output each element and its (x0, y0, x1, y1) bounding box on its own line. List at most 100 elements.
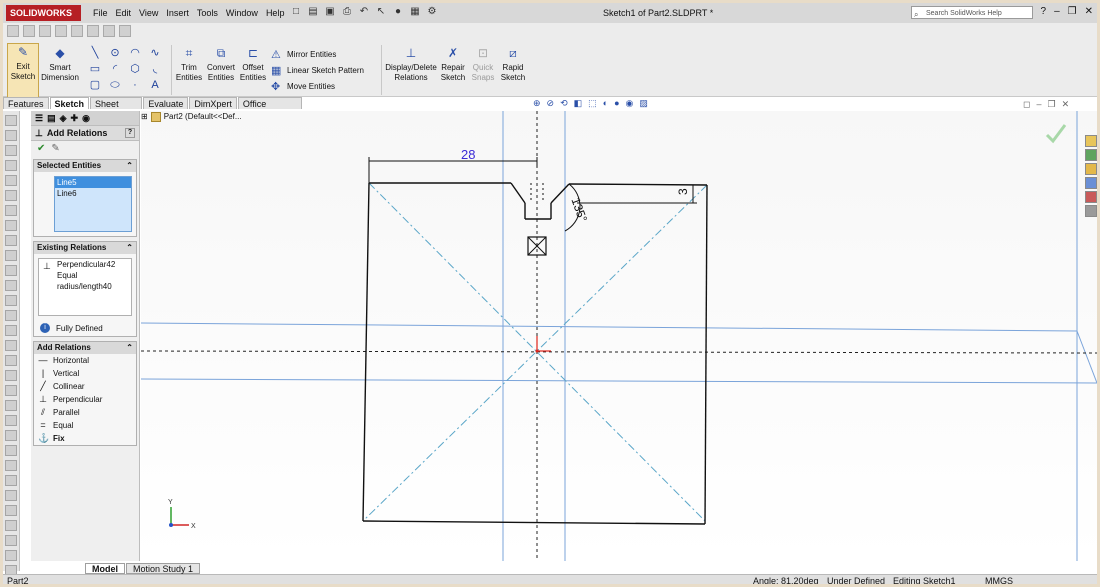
add-relations-title[interactable]: Add Relations ⌃ (34, 342, 136, 354)
select-icon[interactable]: ↖ (374, 5, 388, 19)
tool-icon[interactable] (5, 295, 17, 306)
menu-help[interactable]: Help (262, 3, 289, 23)
list-item[interactable]: Perpendicular42 (39, 259, 131, 270)
tab-motion-study[interactable]: Motion Study 1 (126, 563, 201, 574)
menu-window[interactable]: Window (222, 3, 262, 23)
options-icon[interactable]: ⚙ (425, 5, 439, 19)
tool-icon[interactable] (5, 490, 17, 501)
zoom-to-fit-icon[interactable]: ⊕ (533, 98, 541, 109)
minimize-icon[interactable]: – (1054, 6, 1060, 17)
resources-icon[interactable] (1085, 135, 1097, 147)
tool-icon[interactable] (5, 430, 17, 441)
custom-properties-icon[interactable] (1085, 205, 1097, 217)
point-icon[interactable]: · (125, 77, 145, 93)
viewport-close-icon[interactable]: ✕ (1062, 99, 1070, 110)
feature-manager-tab-icon[interactable]: ☰ (35, 113, 43, 124)
ok-check-icon[interactable]: ✔ (37, 143, 45, 154)
sketch-line[interactable] (510, 182, 526, 204)
status-units[interactable]: MMGS (985, 576, 1013, 584)
rebuild-icon[interactable]: ● (391, 5, 405, 19)
tool-icon[interactable] (5, 175, 17, 186)
relation-vertical[interactable]: | Vertical (34, 367, 136, 380)
strip-tool-icon[interactable] (55, 25, 67, 37)
display-style-icon[interactable]: ◐ (603, 98, 608, 109)
ellipse-icon[interactable]: ⬭ (105, 77, 125, 93)
tool-icon[interactable] (5, 475, 17, 486)
tool-icon[interactable] (5, 415, 17, 426)
view-orientation-icon[interactable]: ⬚ (588, 98, 597, 109)
appearance-icon[interactable]: ◉ (626, 98, 634, 109)
existing-relations-list[interactable]: ⊥ Perpendicular42 Equal radius/length40 (38, 258, 132, 316)
collapse-icon[interactable]: ⌃ (126, 342, 133, 354)
dimension-135[interactable]: 135° (568, 196, 590, 224)
sketch-fillet-icon[interactable]: ◟ (145, 61, 165, 77)
relation-parallel[interactable]: ⫽ Parallel (34, 406, 136, 419)
tool-icon[interactable] (5, 115, 17, 126)
circle-icon[interactable]: ⊙ (105, 45, 125, 61)
move-entities-button[interactable]: ✥ Move Entities (271, 79, 364, 95)
relation-equal[interactable]: = Equal (34, 419, 136, 432)
viewport-restore-icon[interactable]: ❐ (1048, 99, 1056, 110)
view-palette-icon[interactable] (1085, 177, 1097, 189)
strip-tool-icon[interactable] (103, 25, 115, 37)
tool-icon[interactable] (5, 160, 17, 171)
display-delete-relations-button[interactable]: ⊥ Display/Delete Relations (385, 45, 437, 83)
tool-icon[interactable] (5, 280, 17, 291)
graphics-area[interactable]: ⊞ Part2 (Default<<Def... 28 3 135° Y X (141, 111, 1097, 561)
tool-icon[interactable] (5, 130, 17, 141)
previous-view-icon[interactable]: ⟲ (560, 98, 568, 109)
strip-tool-icon[interactable] (7, 25, 19, 37)
slot-icon[interactable]: ▢ (85, 77, 105, 93)
repair-sketch-button[interactable]: ✗ Repair Sketch (439, 45, 467, 83)
design-library-icon[interactable] (1085, 149, 1097, 161)
tool-icon[interactable] (5, 250, 17, 261)
tool-icon[interactable] (5, 400, 17, 411)
viewport-minimize-icon[interactable]: – (1036, 99, 1041, 110)
print-icon[interactable]: ⎙ (340, 5, 354, 19)
list-item[interactable]: Equal radius/length40 (39, 270, 131, 292)
tool-icon[interactable] (5, 355, 17, 366)
feature-tree-flyout[interactable]: ⊞ Part2 (Default<<Def... (141, 111, 242, 123)
relation-collinear[interactable]: ╱ Collinear (34, 380, 136, 393)
linear-pattern-button[interactable]: ▦ Linear Sketch Pattern (271, 63, 364, 79)
strip-tool-icon[interactable] (87, 25, 99, 37)
sketch-canvas[interactable]: 28 3 135° Y X (141, 111, 1097, 561)
file-explorer-icon[interactable] (1085, 163, 1097, 175)
relation-perpendicular[interactable]: ⊥ Perpendicular (34, 393, 136, 406)
appearances-icon[interactable] (1085, 191, 1097, 203)
offset-entities-button[interactable]: ⊏ Offset Entities (239, 45, 267, 83)
strip-tool-icon[interactable] (39, 25, 51, 37)
search-help-input[interactable]: ⌕ Search SolidWorks Help (911, 6, 1033, 19)
quick-snaps-button[interactable]: ⊡ Quick Snaps (469, 45, 497, 83)
section-view-icon[interactable]: ◧ (574, 98, 583, 109)
line-icon[interactable]: ╲ (85, 45, 105, 61)
file-properties-icon[interactable]: ▦ (408, 5, 422, 19)
rectangle-icon[interactable]: ▭ (85, 61, 105, 77)
tool-icon[interactable] (5, 370, 17, 381)
tool-icon[interactable] (5, 265, 17, 276)
confirm-corner-check-icon[interactable] (1045, 124, 1067, 144)
sketch-origin[interactable] (535, 349, 539, 353)
tool-icon[interactable] (5, 220, 17, 231)
menu-view[interactable]: View (135, 3, 162, 23)
sketch-line[interactable] (362, 520, 706, 525)
restore-icon[interactable]: ❐ (1068, 6, 1077, 17)
text-icon[interactable]: A (145, 77, 165, 93)
help-icon[interactable]: ? (1041, 6, 1047, 17)
menu-tools[interactable]: Tools (193, 3, 222, 23)
tab-sheet-metal[interactable]: Sheet Metal (90, 97, 143, 121)
tool-icon[interactable] (5, 310, 17, 321)
tab-sketch[interactable]: Sketch (49, 97, 90, 109)
sketch-line[interactable] (550, 183, 570, 204)
smart-dimension-button[interactable]: ◆ Smart Dimension (41, 45, 79, 83)
tool-icon[interactable] (5, 520, 17, 531)
sketch-line[interactable] (704, 184, 708, 525)
menu-edit[interactable]: Edit (112, 3, 136, 23)
exit-sketch-button[interactable]: ✎ Exit Sketch (7, 43, 39, 101)
dimension-3[interactable]: 3 (676, 188, 690, 195)
collapse-icon[interactable]: ⌃ (126, 242, 133, 254)
tool-icon[interactable] (5, 445, 17, 456)
sketch-line[interactable] (362, 182, 370, 522)
tab-model[interactable]: Model (85, 563, 125, 574)
undo-icon[interactable]: ↶ (357, 5, 371, 19)
